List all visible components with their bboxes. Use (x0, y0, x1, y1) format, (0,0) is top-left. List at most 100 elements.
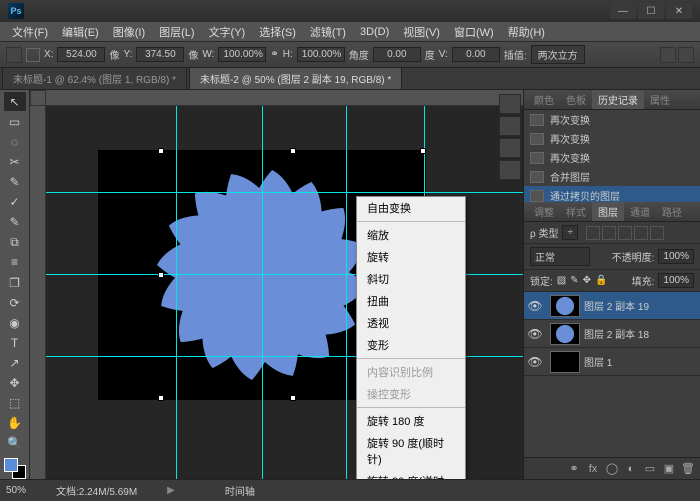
tool-13[interactable]: ↗ (4, 353, 26, 372)
commit-transform-icon[interactable] (678, 47, 694, 63)
history-tab-0[interactable]: 颜色 (528, 90, 560, 109)
history-item[interactable]: 再次变换 (524, 148, 700, 167)
menu-10[interactable]: 帮助(H) (502, 22, 551, 42)
canvas-area[interactable]: 自由变换缩放旋转斜切扭曲透视变形内容识别比例操控变形旋转 180 度旋转 90 … (30, 90, 523, 479)
tool-2[interactable]: ◌ (4, 132, 26, 151)
layers-tab-3[interactable]: 通道 (624, 202, 656, 221)
ctx-item-13[interactable]: 旋转 90 度(顺时针) (357, 432, 465, 470)
tool-9[interactable]: ❐ (4, 273, 26, 292)
ctx-item-4[interactable]: 斜切 (357, 268, 465, 290)
blend-mode-select[interactable]: 正常 (530, 247, 590, 266)
guide-vertical-3[interactable] (346, 106, 347, 479)
filter-adjust-icon[interactable] (602, 226, 616, 240)
menu-7[interactable]: 3D(D) (354, 24, 395, 40)
cancel-transform-icon[interactable] (660, 47, 676, 63)
ctx-item-14[interactable]: 旋转 90 度(逆时针) (357, 470, 465, 479)
history-item[interactable]: 通过拷贝的图层 (524, 186, 700, 202)
layer-thumbnail[interactable] (550, 295, 580, 317)
history-tab-2[interactable]: 历史记录 (592, 90, 644, 109)
w-field[interactable]: 100.00% (218, 47, 266, 62)
ruler-vertical[interactable] (30, 106, 46, 479)
transform-handle-n[interactable] (290, 148, 296, 154)
tool-8[interactable]: ≡ (4, 253, 26, 272)
ctx-item-3[interactable]: 旋转 (357, 246, 465, 268)
maximize-button[interactable]: ☐ (638, 3, 664, 19)
history-item[interactable]: 合并图层 (524, 167, 700, 186)
menu-8[interactable]: 视图(V) (397, 22, 446, 42)
history-tab-1[interactable]: 色板 (560, 90, 592, 109)
menu-5[interactable]: 选择(S) (253, 22, 302, 42)
ref-point-icon[interactable] (26, 48, 40, 62)
guide-vertical-2[interactable] (262, 106, 263, 479)
layer-list[interactable]: 👁图层 2 副本 19👁图层 2 副本 18👁图层 1 (524, 292, 700, 457)
tool-3[interactable]: ✂ (4, 152, 26, 171)
tool-10[interactable]: ⟳ (4, 293, 26, 312)
layer-row[interactable]: 👁图层 1 (524, 348, 700, 376)
layers-tab-0[interactable]: 调整 (528, 202, 560, 221)
menu-9[interactable]: 窗口(W) (448, 22, 500, 42)
menu-4[interactable]: 文字(Y) (203, 22, 252, 42)
transform-handle-s[interactable] (290, 395, 296, 401)
move-tool-icon[interactable] (6, 47, 22, 63)
layer-thumbnail[interactable] (550, 323, 580, 345)
interpolation-select[interactable]: 两次立方 (531, 45, 585, 64)
layer-row[interactable]: 👁图层 2 副本 18 (524, 320, 700, 348)
menu-0[interactable]: 文件(F) (6, 22, 54, 42)
visibility-icon[interactable]: 👁 (524, 355, 546, 369)
tool-16[interactable]: ✋ (4, 414, 26, 433)
transform-handle-nw[interactable] (158, 148, 164, 154)
timeline-label[interactable]: 时间轴 (225, 483, 255, 498)
v-field[interactable]: 0.00 (452, 47, 500, 62)
transform-handle-w[interactable] (158, 272, 164, 278)
tool-6[interactable]: ✎ (4, 213, 26, 232)
fill-field[interactable]: 100% (658, 273, 694, 288)
visibility-icon[interactable]: 👁 (524, 327, 546, 341)
link-icon[interactable]: ⚭ (270, 49, 278, 60)
layer-mask-icon[interactable]: ◯ (604, 461, 620, 477)
layer-fx-icon[interactable]: fx (585, 461, 601, 477)
angle-field[interactable]: 0.00 (373, 47, 421, 62)
tool-12[interactable]: T (4, 333, 26, 352)
tool-17[interactable]: 🔍 (4, 434, 26, 453)
tool-0[interactable]: ↖ (4, 92, 26, 111)
visibility-icon[interactable]: 👁 (524, 299, 546, 313)
transform-handle-sw[interactable] (158, 395, 164, 401)
layer-thumbnail[interactable] (550, 351, 580, 373)
group-icon[interactable]: ▭ (642, 461, 658, 477)
menu-6[interactable]: 滤镜(T) (304, 22, 352, 42)
layers-tab-1[interactable]: 样式 (560, 202, 592, 221)
zoom-level[interactable]: 50% (6, 485, 46, 496)
filter-pixel-icon[interactable] (586, 226, 600, 240)
menu-1[interactable]: 编辑(E) (56, 22, 105, 42)
ctx-item-12[interactable]: 旋转 180 度 (357, 410, 465, 432)
link-layers-icon[interactable]: ⚭ (566, 461, 582, 477)
tool-11[interactable]: ◉ (4, 313, 26, 332)
strip-button-1[interactable] (499, 94, 521, 114)
lock-position-icon[interactable]: ✥ (583, 275, 591, 286)
tool-15[interactable]: ⬚ (4, 394, 26, 413)
menu-3[interactable]: 图层(L) (153, 22, 200, 42)
strip-button-4[interactable] (499, 160, 521, 180)
history-item[interactable]: 再次变换 (524, 129, 700, 148)
minimize-button[interactable]: — (610, 3, 636, 19)
ctx-item-7[interactable]: 变形 (357, 334, 465, 356)
ctx-item-5[interactable]: 扭曲 (357, 290, 465, 312)
color-swatch[interactable] (4, 458, 26, 479)
delete-layer-icon[interactable]: 🗑 (680, 461, 696, 477)
doc-tab-2[interactable]: 未标题-2 @ 50% (图层 2 副本 19, RGB/8) * (189, 67, 402, 89)
strip-button-2[interactable] (499, 116, 521, 136)
layers-tab-2[interactable]: 图层 (592, 202, 624, 221)
ctx-item-2[interactable]: 缩放 (357, 224, 465, 246)
strip-button-3[interactable] (499, 138, 521, 158)
lock-all-icon[interactable]: 🔒 (595, 275, 607, 286)
x-field[interactable]: 524.00 (57, 47, 105, 62)
transform-handle-ne[interactable] (420, 148, 426, 154)
history-tab-3[interactable]: 属性 (644, 90, 676, 109)
new-layer-icon[interactable]: ▣ (661, 461, 677, 477)
guide-horizontal-1[interactable] (46, 192, 523, 193)
tool-1[interactable]: ▭ (4, 112, 26, 131)
tool-7[interactable]: ⧉ (4, 233, 26, 252)
lock-transparency-icon[interactable]: ▨ (557, 275, 566, 286)
ctx-item-0[interactable]: 自由变换 (357, 197, 465, 219)
filter-type-icon[interactable] (618, 226, 632, 240)
